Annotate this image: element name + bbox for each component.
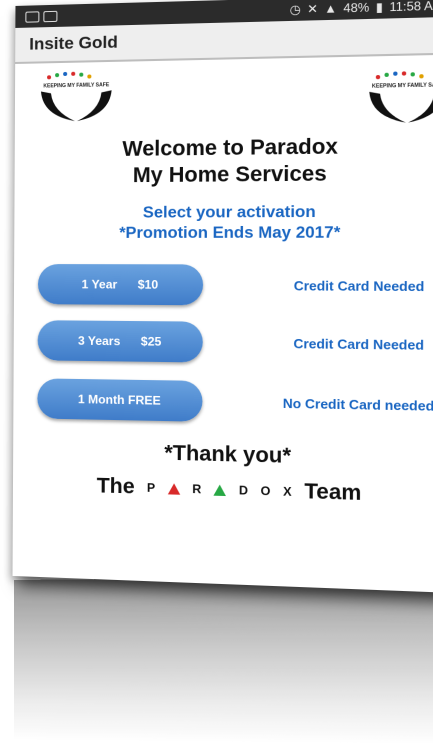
activation-line-1: Select your activation xyxy=(142,203,316,222)
welcome-line-2: My Home Services xyxy=(132,162,327,188)
status-right: ◷ ✕ ▲ 48% ▮ 11:58 AM xyxy=(290,0,433,17)
plan-3-years-button[interactable]: 3 Years $25 xyxy=(37,320,203,363)
activation-heading: Select your activation *Promotion Ends M… xyxy=(14,202,433,244)
plan-label: 1 Month FREE xyxy=(77,392,161,408)
family-safe-logo-right: KEEPING MY FAMILY SAFE xyxy=(365,69,433,127)
plan-price: $25 xyxy=(140,334,162,349)
phone-screen: ◷ ✕ ▲ 48% ▮ 11:58 AM Insite Gold KEEPING… xyxy=(12,0,433,593)
plan-1-month-free-button[interactable]: 1 Month FREE xyxy=(37,378,203,422)
battery-icon: ▮ xyxy=(375,0,383,15)
plan-price: $10 xyxy=(137,277,159,292)
red-triangle-icon xyxy=(167,482,180,495)
plan-note: Credit Card Needed xyxy=(293,277,425,294)
app-title: Insite Gold xyxy=(29,32,118,54)
plan-row-1-month-free: 1 Month FREE No Credit Card needed xyxy=(37,378,433,428)
paradox-team-signature: The P R D O X Team xyxy=(13,472,433,509)
notification-icon xyxy=(25,10,40,23)
main-content: KEEPING MY FAMILY SAFE KEEPING MY FAMILY… xyxy=(13,55,433,593)
green-triangle-icon xyxy=(213,483,227,496)
signal-icon: ▲ xyxy=(324,1,338,16)
brand-letter-x: X xyxy=(283,484,292,499)
plan-1-year-button[interactable]: 1 Year $10 xyxy=(37,264,204,306)
clock: 11:58 AM xyxy=(389,0,433,15)
hands-logo-icon xyxy=(40,71,112,122)
hands-logo-icon xyxy=(369,71,433,124)
status-left-icons xyxy=(25,10,58,23)
screen-reflection xyxy=(14,575,433,745)
message-icon xyxy=(43,10,58,22)
brand-letter-r: R xyxy=(192,481,202,497)
welcome-heading: Welcome to Paradox My Home Services xyxy=(15,132,433,190)
plan-label: 3 Years xyxy=(77,333,121,349)
battery-percent: 48% xyxy=(343,0,370,16)
welcome-line-1: Welcome to Paradox xyxy=(122,134,338,161)
family-safe-logo-left: KEEPING MY FAMILY SAFE xyxy=(37,70,116,126)
alarm-icon: ◷ xyxy=(289,2,301,17)
wifi-icon: ✕ xyxy=(307,1,318,17)
team-prefix: The xyxy=(96,474,135,499)
plan-row-1-year: 1 Year $10 Credit Card Needed xyxy=(37,264,433,309)
thank-you-text: *Thank you* xyxy=(164,441,292,468)
plan-row-3-years: 3 Years $25 Credit Card Needed xyxy=(37,320,433,368)
team-suffix: Team xyxy=(304,479,362,506)
plan-note: No Credit Card needed xyxy=(282,395,433,414)
logo-text: KEEPING MY FAMILY SAFE xyxy=(371,82,433,90)
brand-letter-p: P xyxy=(146,480,156,496)
brand-letter-d: D xyxy=(238,483,249,498)
activation-line-2: *Promotion Ends May 2017* xyxy=(119,224,341,242)
plan-label: 1 Year xyxy=(81,277,118,292)
brand-letter-o: O xyxy=(260,483,271,499)
plan-note: Credit Card Needed xyxy=(293,335,425,353)
